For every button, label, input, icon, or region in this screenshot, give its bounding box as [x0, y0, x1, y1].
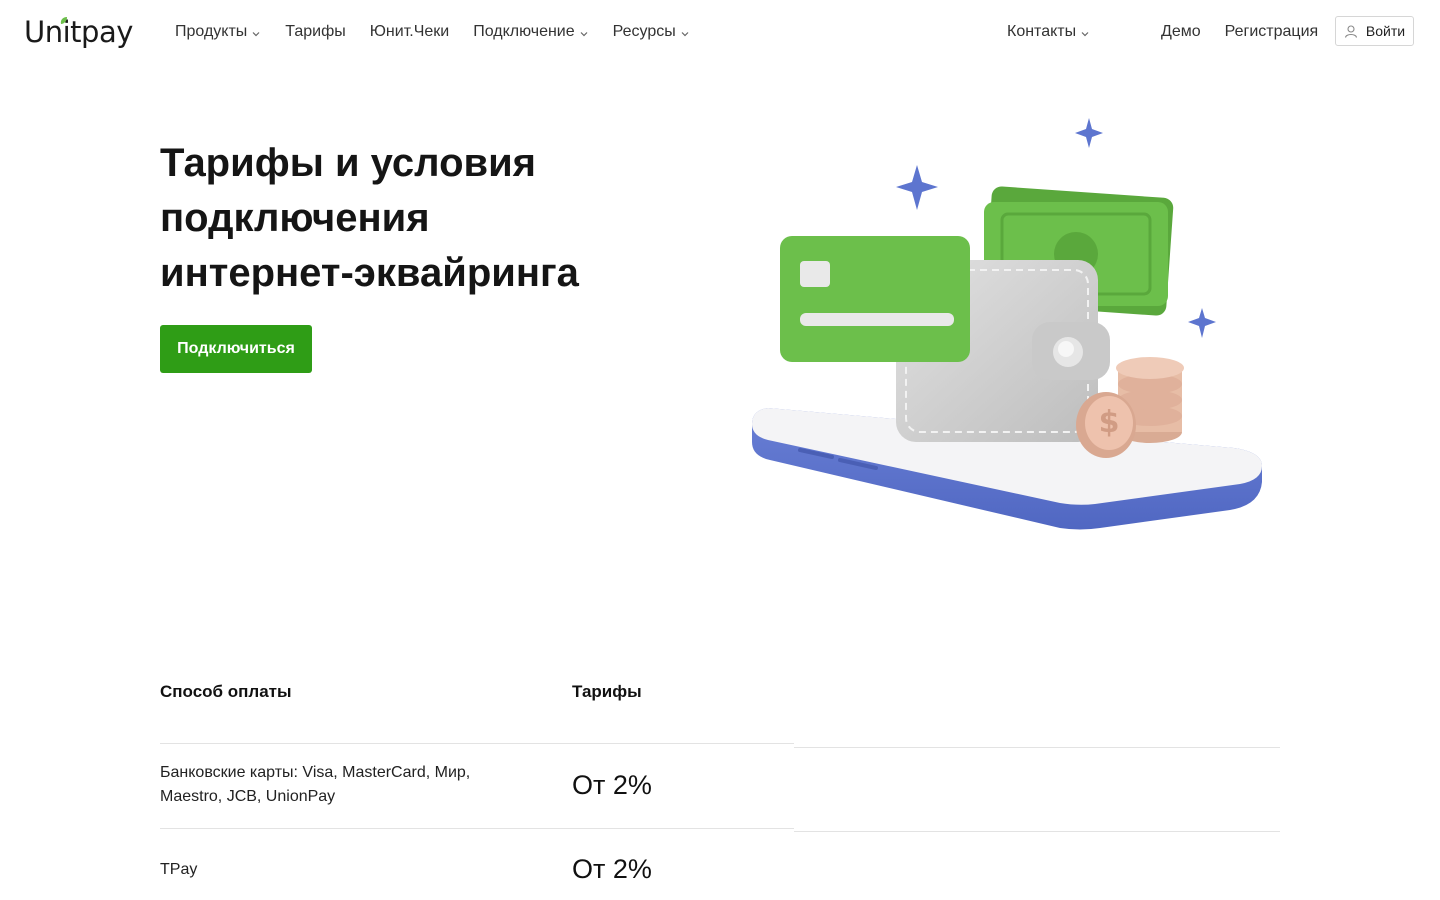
nav-demo[interactable]: Демо — [1161, 23, 1201, 41]
user-icon — [1344, 25, 1357, 38]
table-row-method: TPay — [160, 858, 520, 882]
svg-text:$: $ — [1099, 405, 1120, 440]
nav-contacts-label: Контакты — [1007, 23, 1077, 40]
row-divider — [794, 747, 1280, 748]
account-nav: Демо Регистрация — [1161, 0, 1342, 64]
nav-connection-label: Подключение — [473, 23, 575, 40]
chevron-down-icon — [681, 31, 689, 36]
login-button[interactable]: Войти — [1335, 16, 1414, 46]
logo-text: Unitpay — [24, 15, 133, 49]
nav-products-label: Продукты — [175, 23, 248, 40]
title-line-3: интернет-эквайринга — [160, 251, 579, 295]
method-line-1: TPay — [160, 861, 198, 878]
title-line-1: Тарифы и условия — [160, 141, 537, 185]
nav-unit-checks-label: Юнит.Чеки — [369, 23, 450, 40]
nav-connection[interactable]: Подключение — [473, 23, 588, 41]
nav-resources-label: Ресурсы — [612, 23, 676, 40]
method-line-2: Maestro, JCB, UnionPay — [160, 788, 336, 805]
row-divider — [160, 828, 794, 829]
title-line-2: подключения — [160, 196, 430, 240]
unitpay-logo[interactable]: Unitpay — [24, 12, 133, 52]
connect-button[interactable]: Подключиться — [160, 325, 312, 373]
bank-card — [780, 236, 970, 362]
nav-register[interactable]: Регистрация — [1225, 23, 1319, 41]
wallet-illustration: $ — [752, 118, 1262, 530]
row-divider — [160, 743, 794, 744]
table-row-method: Банковские карты: Visa, MasterCard, Мир,… — [160, 761, 520, 809]
table-row-rate: От 2% — [572, 854, 652, 884]
nav-unit-checks[interactable]: Юнит.Чеки — [370, 23, 449, 41]
chevron-down-icon — [1081, 31, 1089, 36]
site-header: Unitpay Продукты Тарифы Юнит.Чеки Подклю… — [0, 0, 1440, 64]
method-line-1: Банковские карты: Visa, MasterCard, Мир, — [160, 764, 471, 781]
leaf-icon — [60, 17, 67, 24]
nav-rates-label: Тарифы — [285, 23, 346, 40]
nav-demo-label: Демо — [1161, 23, 1201, 40]
nav-rates[interactable]: Тарифы — [285, 23, 345, 41]
nav-contacts[interactable]: Контакты — [1007, 23, 1090, 41]
page-title: Тарифы и условия подключения интернет-эк… — [160, 136, 640, 301]
nav-products[interactable]: Продукты — [175, 23, 261, 41]
contacts-nav: Контакты — [1007, 0, 1114, 64]
main-nav: Продукты Тарифы Юнит.Чеки Подключение Ре… — [175, 0, 714, 64]
login-label: Войти — [1365, 23, 1406, 39]
chevron-down-icon — [252, 31, 260, 36]
nav-register-label: Регистрация — [1224, 23, 1319, 40]
table-row-rate: От 2% — [572, 770, 652, 800]
chevron-down-icon — [580, 31, 588, 36]
column-header-payment-method: Способ оплаты — [160, 682, 292, 701]
column-header-rates: Тарифы — [572, 682, 642, 701]
nav-resources[interactable]: Ресурсы — [613, 23, 690, 41]
row-divider — [794, 831, 1280, 832]
